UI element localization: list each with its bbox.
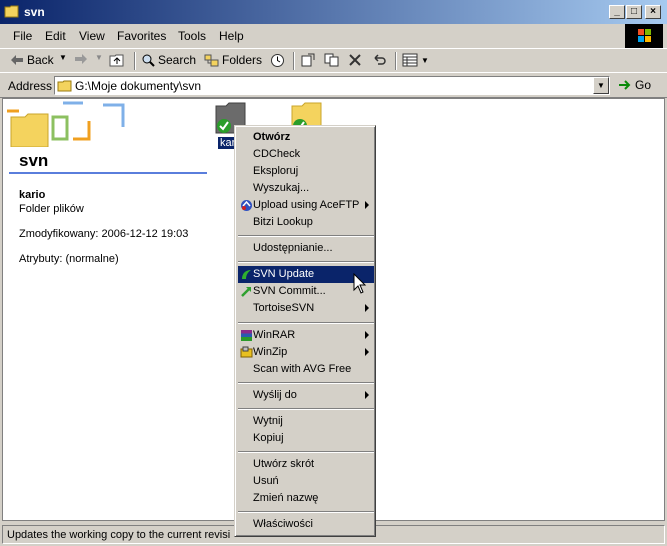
winzip-icon bbox=[240, 346, 253, 358]
mouse-cursor-icon bbox=[353, 273, 367, 294]
folders-button[interactable]: Folders bbox=[204, 53, 262, 67]
maximize-button[interactable]: □ bbox=[626, 5, 642, 19]
window-title: svn bbox=[24, 5, 45, 19]
selected-item-type: Folder plików bbox=[19, 203, 84, 215]
submenu-arrow-icon bbox=[365, 391, 369, 399]
header-divider bbox=[9, 172, 207, 174]
menu-item-tortoisesvn[interactable]: TortoiseSVN bbox=[238, 300, 374, 317]
winrar-icon bbox=[241, 330, 252, 341]
menu-item-winrar[interactable]: WinRAR bbox=[238, 327, 374, 344]
address-field[interactable]: G:\Moje dokumenty\svn ▼ bbox=[54, 76, 610, 95]
menu-view[interactable]: View bbox=[79, 29, 105, 43]
move-to-icon bbox=[301, 53, 315, 67]
close-button[interactable]: × bbox=[645, 5, 661, 19]
back-button[interactable]: Back bbox=[10, 53, 54, 67]
svn-update-icon bbox=[242, 270, 251, 279]
aceftp-icon bbox=[241, 200, 252, 211]
menu-item-aceftp[interactable]: Upload using AceFTP bbox=[238, 197, 374, 214]
submenu-arrow-icon bbox=[365, 201, 369, 209]
menu-separator bbox=[238, 511, 374, 513]
copy-to-icon bbox=[324, 53, 339, 67]
menu-item-delete[interactable]: Usuń bbox=[238, 473, 374, 490]
context-menu: Otwórz CDCheck Eksploruj Wyszukaj... Upl… bbox=[234, 125, 376, 537]
submenu-arrow-icon bbox=[365, 304, 369, 312]
folder-icon bbox=[57, 80, 72, 92]
move-to-button[interactable] bbox=[300, 53, 316, 67]
menu-separator bbox=[238, 408, 374, 410]
folder-icon bbox=[4, 5, 19, 18]
selected-item-modified: Zmodyfikowany: 2006-12-12 19:03 bbox=[19, 228, 189, 240]
menu-bar: File Edit View Favorites Tools Help bbox=[0, 24, 667, 48]
menu-separator bbox=[238, 382, 374, 384]
forward-dropdown-icon[interactable]: ▼ bbox=[95, 53, 103, 62]
menu-item-rename[interactable]: Zmień nazwę bbox=[238, 490, 374, 507]
views-icon bbox=[402, 53, 418, 67]
menu-tools[interactable]: Tools bbox=[178, 29, 206, 43]
folder-title: svn bbox=[19, 151, 49, 170]
toolbar-separator bbox=[395, 52, 397, 70]
menu-item-search[interactable]: Wyszukaj... bbox=[238, 180, 374, 197]
menu-item-explore[interactable]: Eksploruj bbox=[238, 163, 374, 180]
menu-edit[interactable]: Edit bbox=[45, 29, 66, 43]
address-label: Address bbox=[8, 79, 53, 93]
search-button[interactable]: Search bbox=[141, 53, 196, 67]
menu-separator bbox=[238, 261, 374, 263]
menu-separator bbox=[238, 235, 374, 237]
go-button[interactable]: Go bbox=[618, 78, 651, 92]
menu-item-cdcheck[interactable]: CDCheck bbox=[238, 146, 374, 163]
address-dropdown-button[interactable]: ▼ bbox=[593, 77, 609, 94]
folder-header-graphic bbox=[7, 101, 125, 147]
views-button[interactable]: ▼ bbox=[402, 53, 429, 67]
back-arrow-icon bbox=[11, 55, 23, 65]
menu-separator bbox=[238, 322, 374, 324]
menu-favorites[interactable]: Favorites bbox=[117, 29, 166, 43]
menu-item-send-to[interactable]: Wyślij do bbox=[238, 387, 374, 404]
toolbar: Back ▼ ▼ Search Folders ▼ bbox=[0, 48, 667, 72]
toolbar-separator bbox=[293, 52, 295, 70]
go-arrow-icon bbox=[619, 80, 631, 90]
toolbar-separator bbox=[134, 52, 136, 70]
search-icon bbox=[142, 54, 155, 67]
up-folder-button[interactable] bbox=[109, 53, 125, 67]
minimize-button[interactable]: _ bbox=[609, 5, 625, 19]
menu-item-bitzi-lookup[interactable]: Bitzi Lookup bbox=[238, 214, 374, 231]
forward-button[interactable] bbox=[74, 53, 88, 65]
undo-button[interactable] bbox=[372, 53, 388, 67]
menu-item-create-shortcut[interactable]: Utwórz skrót bbox=[238, 456, 374, 473]
delete-button[interactable] bbox=[348, 53, 362, 67]
address-bar: Address G:\Moje dokumenty\svn ▼ Go bbox=[0, 72, 667, 98]
history-button[interactable] bbox=[270, 53, 285, 68]
delete-icon bbox=[349, 54, 361, 66]
menu-file[interactable]: File bbox=[13, 29, 32, 43]
menu-item-copy[interactable]: Kopiuj bbox=[238, 430, 374, 447]
windows-logo-icon bbox=[625, 24, 663, 48]
menu-item-cut[interactable]: Wytnij bbox=[238, 413, 374, 430]
menu-item-sharing[interactable]: Udostępnianie... bbox=[238, 240, 374, 257]
history-icon bbox=[271, 54, 284, 67]
selected-item-attributes: Atrybuty: (normalne) bbox=[19, 253, 119, 265]
menu-item-properties[interactable]: Właściwości bbox=[238, 516, 374, 533]
views-dropdown-icon: ▼ bbox=[421, 55, 429, 65]
back-dropdown-icon[interactable]: ▼ bbox=[59, 53, 67, 62]
undo-icon bbox=[374, 54, 386, 65]
folders-icon bbox=[204, 54, 219, 67]
submenu-arrow-icon bbox=[365, 331, 369, 339]
menu-item-avg-scan[interactable]: Scan with AVG Free bbox=[238, 361, 374, 378]
forward-arrow-icon bbox=[75, 54, 87, 64]
copy-to-button[interactable] bbox=[324, 53, 340, 67]
status-text: Updates the working copy to the current … bbox=[7, 529, 231, 541]
menu-item-winzip[interactable]: WinZip bbox=[238, 344, 374, 361]
submenu-arrow-icon bbox=[365, 348, 369, 356]
menu-separator bbox=[238, 451, 374, 453]
up-folder-icon bbox=[109, 54, 124, 67]
menu-item-open[interactable]: Otwórz bbox=[238, 129, 374, 146]
svn-commit-icon bbox=[241, 287, 251, 297]
selected-item-name: kario bbox=[19, 189, 46, 201]
address-value: G:\Moje dokumenty\svn bbox=[75, 79, 202, 93]
title-bar[interactable]: svn _ □ × bbox=[0, 0, 667, 24]
menu-help[interactable]: Help bbox=[219, 29, 244, 43]
